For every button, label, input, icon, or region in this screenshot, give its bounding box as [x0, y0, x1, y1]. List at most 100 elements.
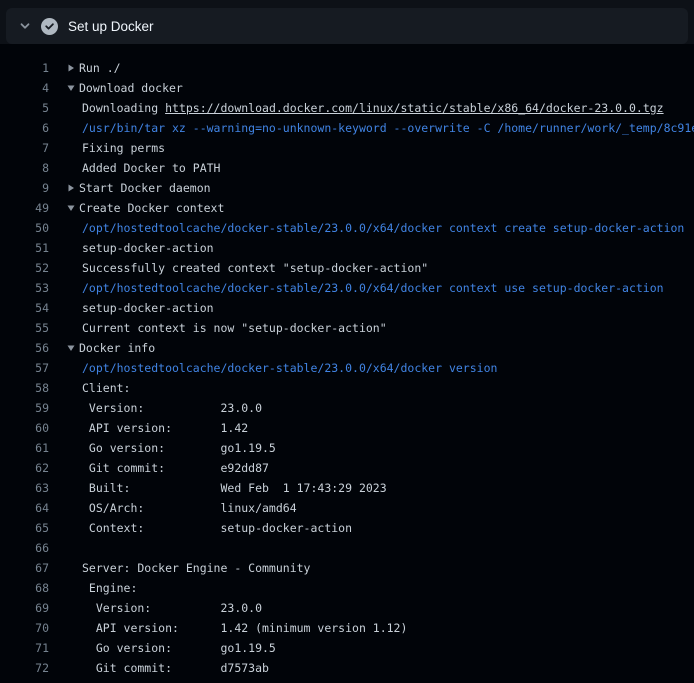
line-number[interactable]: 6: [16, 118, 49, 138]
line-number[interactable]: 55: [16, 318, 49, 338]
line-number[interactable]: 4: [16, 78, 49, 98]
log-text: Current context is now "setup-docker-act…: [82, 318, 387, 338]
group-expanded-icon[interactable]: [67, 204, 75, 212]
line-number[interactable]: 59: [16, 398, 49, 418]
log-line: 53/opt/hostedtoolcache/docker-stable/23.…: [0, 278, 694, 298]
log-text: Added Docker to PATH: [82, 158, 220, 178]
line-number[interactable]: 67: [16, 558, 49, 578]
line-number[interactable]: 49: [16, 198, 49, 218]
log-line: 52 Successfully created context "setup-do…: [0, 258, 694, 278]
line-content: Go version: go1.19.5: [82, 638, 276, 658]
log-line: 8 Added Docker to PATH: [0, 158, 694, 178]
command-text: /opt/hostedtoolcache/docker-stable/23.0.…: [82, 218, 684, 238]
log-text: Version: 23.0.0: [82, 398, 262, 418]
log-text: Git commit: d7573ab: [82, 658, 269, 678]
group-collapsed-icon[interactable]: [67, 64, 75, 72]
line-number[interactable]: 65: [16, 518, 49, 538]
line-content: Start Docker daemon: [67, 178, 211, 198]
line-number[interactable]: 57: [16, 358, 49, 378]
log-line: 59 Version: 23.0.0: [0, 398, 694, 418]
line-number[interactable]: 58: [16, 378, 49, 398]
line-number[interactable]: 8: [16, 158, 49, 178]
line-content: API version: 1.42 (minimum version 1.12): [82, 618, 407, 638]
group-title[interactable]: Create Docker context: [79, 198, 224, 218]
line-number[interactable]: 52: [16, 258, 49, 278]
command-text: /opt/hostedtoolcache/docker-stable/23.0.…: [82, 278, 664, 298]
step-header[interactable]: Set up Docker: [6, 8, 688, 44]
line-number[interactable]: 9: [16, 178, 49, 198]
log-text: Fixing perms: [82, 138, 165, 158]
log-line: 51 setup-docker-action: [0, 238, 694, 258]
log-line: 5 Downloading https://download.docker.com…: [0, 98, 694, 118]
log-link[interactable]: https://download.docker.com/linux/static…: [165, 98, 664, 118]
line-number[interactable]: 1: [16, 58, 49, 78]
line-number[interactable]: 61: [16, 438, 49, 458]
log-line: 9 Start Docker daemon: [0, 178, 694, 198]
check-circle-icon: [41, 18, 58, 35]
log-line: 64 OS/Arch: linux/amd64: [0, 498, 694, 518]
line-number[interactable]: 62: [16, 458, 49, 478]
group-title[interactable]: Download docker: [79, 78, 183, 98]
chevron-down-icon[interactable]: [18, 19, 32, 33]
line-number[interactable]: 53: [16, 278, 49, 298]
line-number[interactable]: 7: [16, 138, 49, 158]
line-content: Downloading https://download.docker.com/…: [82, 98, 664, 118]
line-content: Engine:: [82, 578, 137, 598]
log-line: 56 Docker info: [0, 338, 694, 358]
log-line: 57/opt/hostedtoolcache/docker-stable/23.…: [0, 358, 694, 378]
line-number[interactable]: 68: [16, 578, 49, 598]
line-number[interactable]: 51: [16, 238, 49, 258]
command-text: /usr/bin/tar xz --warning=no-unknown-key…: [82, 118, 694, 138]
line-content: /opt/hostedtoolcache/docker-stable/23.0.…: [82, 218, 684, 238]
line-number[interactable]: 70: [16, 618, 49, 638]
log-text: Version: 23.0.0: [82, 598, 262, 618]
log-line: 50/opt/hostedtoolcache/docker-stable/23.…: [0, 218, 694, 238]
line-content: Version: 23.0.0: [82, 598, 262, 618]
line-content: /usr/bin/tar xz --warning=no-unknown-key…: [82, 118, 694, 138]
line-number[interactable]: 63: [16, 478, 49, 498]
line-number[interactable]: 64: [16, 498, 49, 518]
line-content: Download docker: [67, 78, 183, 98]
log-text: Git commit: e92dd87: [82, 458, 269, 478]
group-title[interactable]: Run ./: [79, 58, 121, 78]
line-number[interactable]: 66: [16, 538, 49, 558]
line-number[interactable]: 71: [16, 638, 49, 658]
line-content: setup-docker-action: [82, 238, 214, 258]
group-expanded-icon[interactable]: [67, 344, 75, 352]
group-title[interactable]: Start Docker daemon: [79, 178, 211, 198]
line-number[interactable]: 50: [16, 218, 49, 238]
line-number[interactable]: 69: [16, 598, 49, 618]
line-number[interactable]: 72: [16, 658, 49, 678]
group-collapsed-icon[interactable]: [67, 184, 75, 192]
log-line: 60 API version: 1.42: [0, 418, 694, 438]
log-line: 54setup-docker-action: [0, 298, 694, 318]
line-content: API version: 1.42: [82, 418, 248, 438]
line-content: Create Docker context: [67, 198, 224, 218]
log-line: 68 Engine:: [0, 578, 694, 598]
line-number[interactable]: 60: [16, 418, 49, 438]
line-content: Server: Docker Engine - Community: [82, 558, 310, 578]
log-line: 65 Context: setup-docker-action: [0, 518, 694, 538]
log-text: Downloading: [82, 98, 165, 118]
log-line: 67 Server: Docker Engine - Community: [0, 558, 694, 578]
log-text: OS/Arch: linux/amd64: [82, 498, 297, 518]
line-number[interactable]: 5: [16, 98, 49, 118]
line-content: Run ./: [67, 58, 121, 78]
line-content: Docker info: [67, 338, 155, 358]
step-title: Set up Docker: [68, 19, 154, 34]
log-line: 49 Create Docker context: [0, 198, 694, 218]
log-text: API version: 1.42 (minimum version 1.12): [82, 618, 407, 638]
log-text: API version: 1.42: [82, 418, 248, 438]
log-line: 1 Run ./: [0, 58, 694, 78]
log-line: 58 Client:: [0, 378, 694, 398]
log-line: 69 Version: 23.0.0: [0, 598, 694, 618]
line-content: Added Docker to PATH: [82, 158, 220, 178]
line-number[interactable]: 56: [16, 338, 49, 358]
line-number[interactable]: 54: [16, 298, 49, 318]
log-line: 61 Go version: go1.19.5: [0, 438, 694, 458]
line-content: Client:: [82, 378, 130, 398]
group-title[interactable]: Docker info: [79, 338, 155, 358]
log-text: Successfully created context "setup-dock…: [82, 258, 428, 278]
line-content: Git commit: d7573ab: [82, 658, 269, 678]
group-expanded-icon[interactable]: [67, 84, 75, 92]
